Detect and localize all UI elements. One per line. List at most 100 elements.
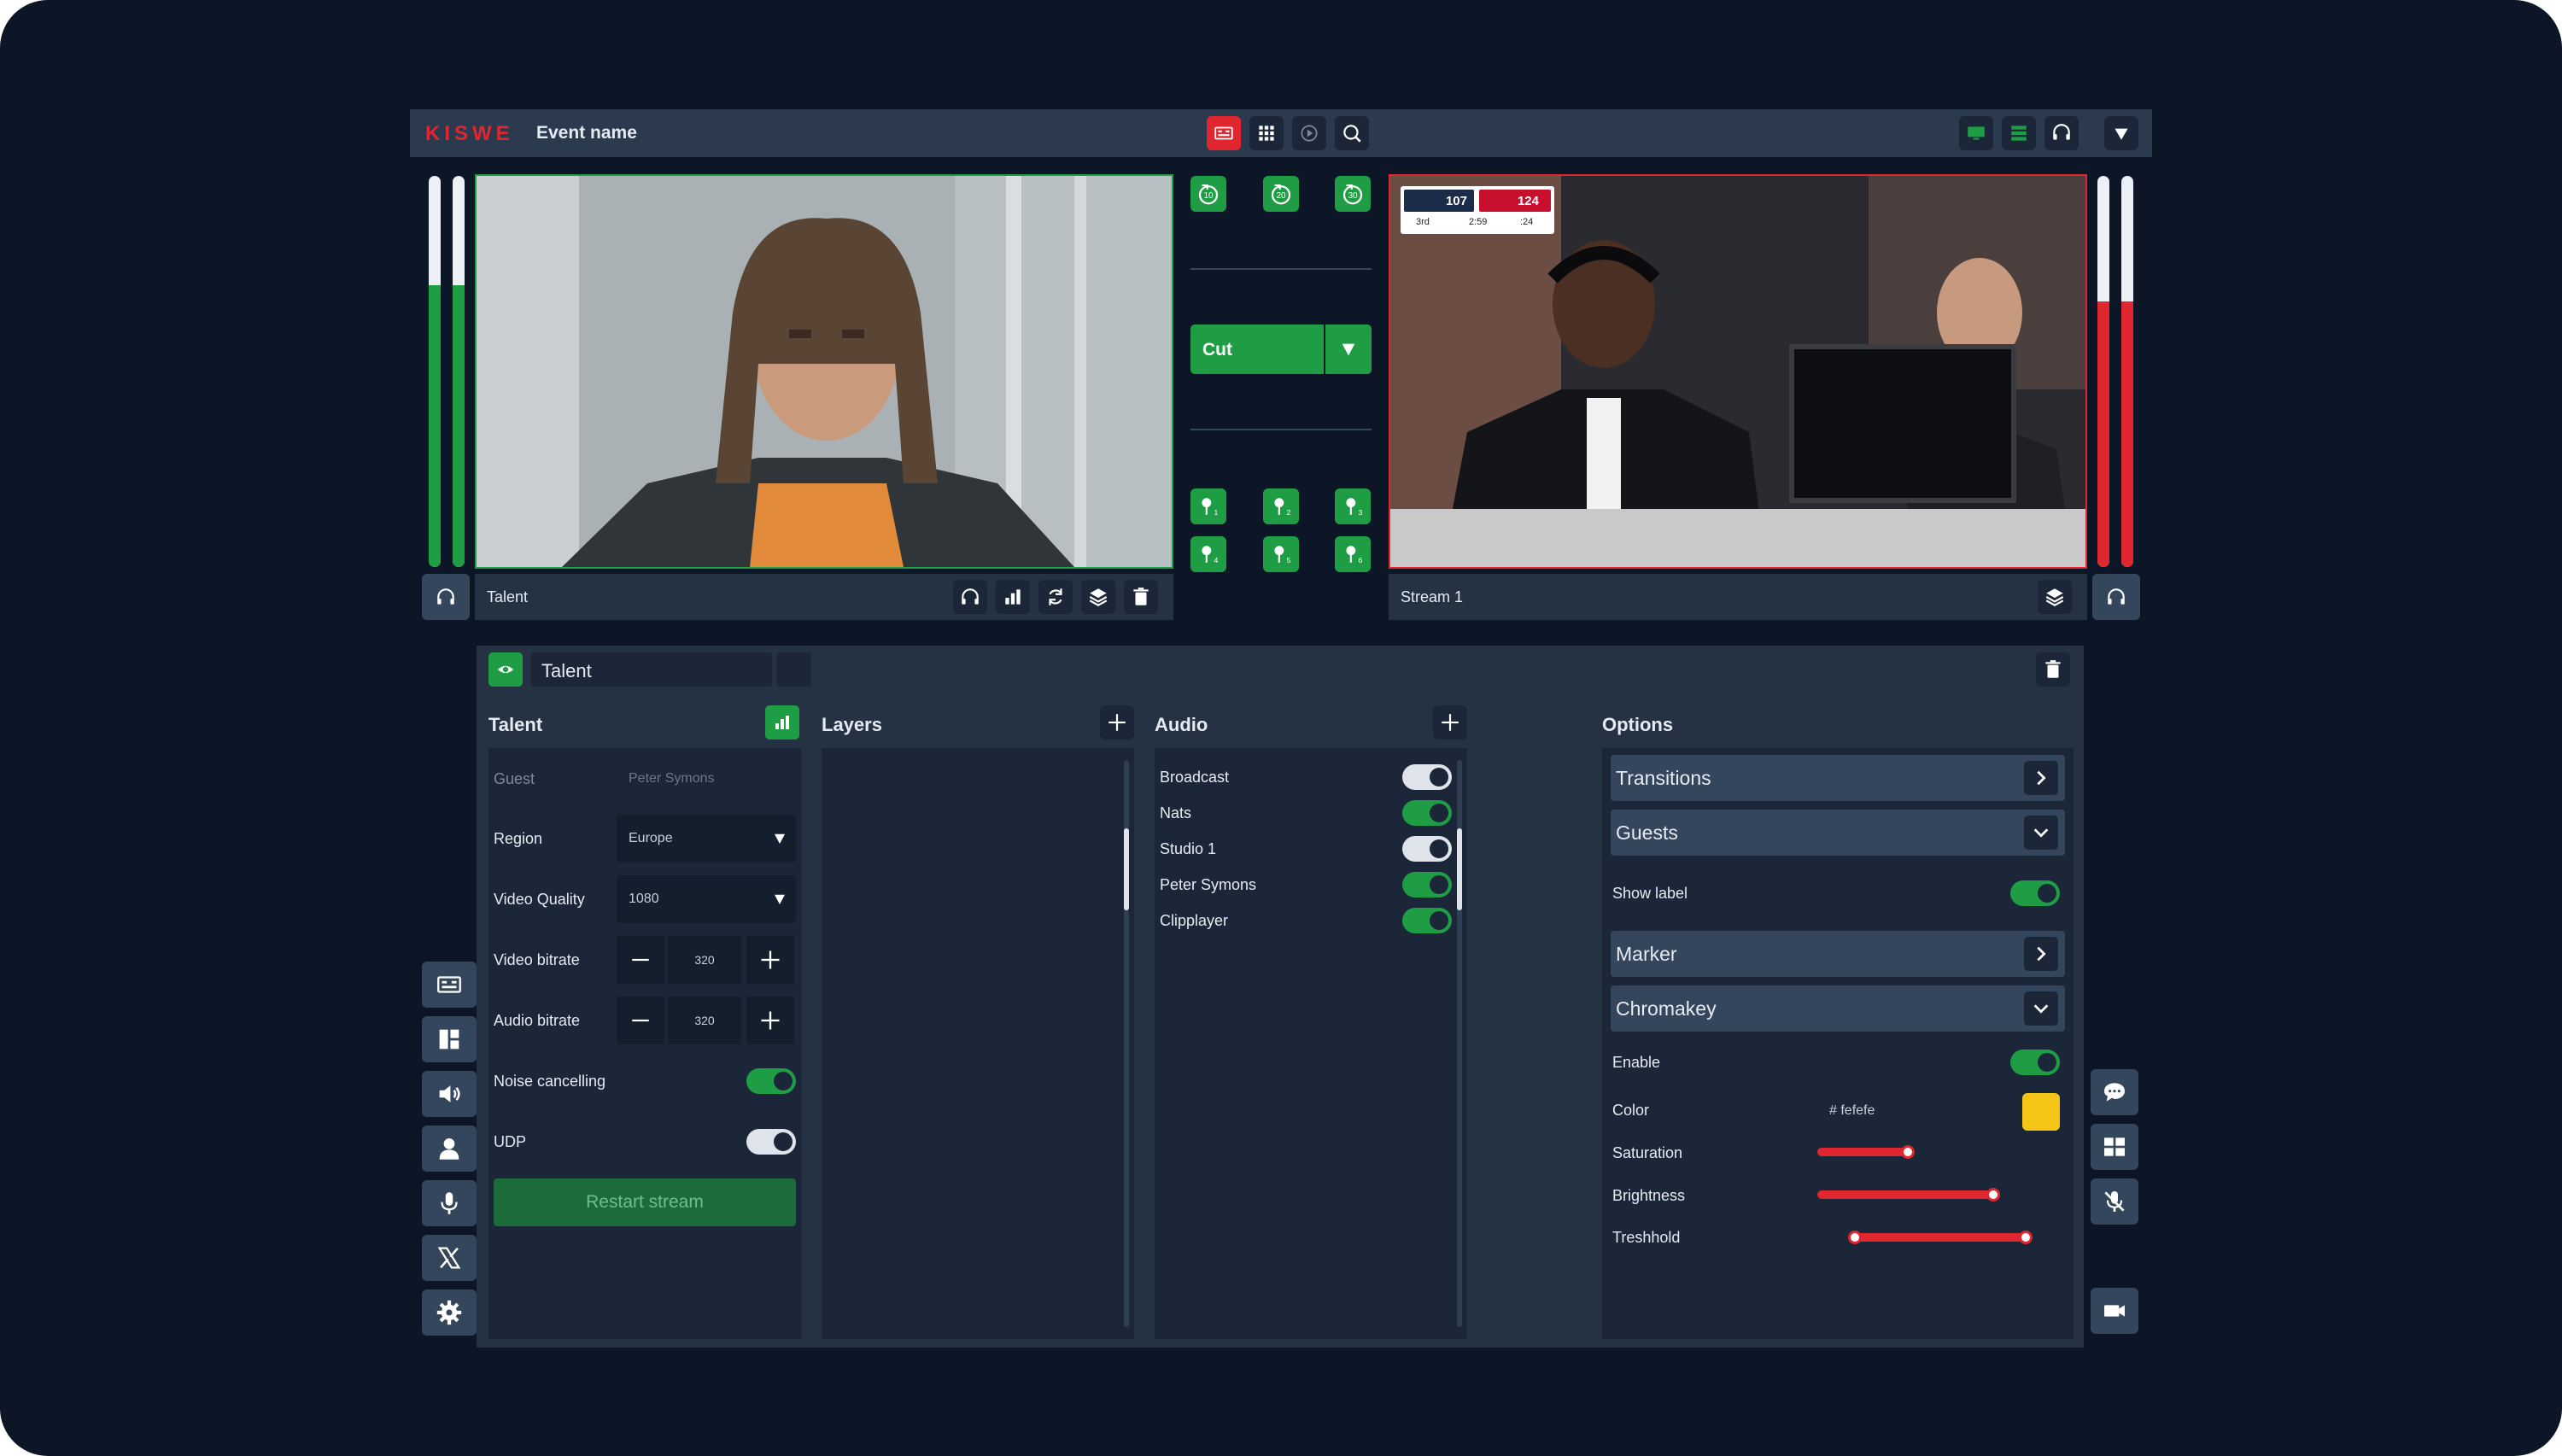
menu-dropdown-button[interactable]	[2104, 116, 2138, 150]
left-headphones-button[interactable]	[953, 580, 987, 614]
video-bitrate-increase-button[interactable]	[746, 936, 794, 984]
rundown-button[interactable]	[2002, 116, 2036, 150]
source-name-field[interactable]: Talent	[531, 652, 772, 687]
chat-button[interactable]	[2091, 1069, 2138, 1115]
layers-scrollbar[interactable]	[1124, 760, 1129, 1327]
rewind-30-button[interactable]: 30	[1335, 176, 1371, 212]
rewind-icon: 20	[1271, 184, 1291, 205]
expand-button[interactable]	[2024, 937, 2058, 971]
saturation-handle[interactable]	[1901, 1145, 1915, 1159]
sidebar-talent-button[interactable]	[422, 1126, 477, 1172]
audio-bitrate-increase-button[interactable]	[746, 997, 794, 1044]
left-source-label: Talent	[487, 588, 529, 605]
show-label-toggle[interactable]	[2010, 880, 2060, 906]
sidebar-audio-button[interactable]	[422, 1071, 477, 1117]
marker-label: Marker	[1616, 943, 1677, 965]
threshold-min-handle[interactable]	[1848, 1231, 1862, 1244]
rewind-20-button[interactable]: 20	[1263, 176, 1299, 212]
left-layers-button[interactable]	[1081, 580, 1115, 614]
video-bitrate-decrease-button[interactable]	[617, 936, 664, 984]
sidebar-layout-button[interactable]	[422, 1016, 477, 1062]
monitor-button[interactable]	[1959, 116, 1993, 150]
left-delete-button[interactable]	[1124, 580, 1158, 614]
audio-channel-label: Peter Symons	[1160, 876, 1257, 893]
guest-field[interactable]: Peter Symons	[617, 755, 796, 803]
sidebar-x-button[interactable]	[422, 1235, 477, 1281]
app-frame: KISWE Event name Talent 10 20 30 Cut 1 2…	[0, 0, 2562, 1456]
udp-toggle[interactable]	[746, 1129, 796, 1155]
scorebug: 107 124 3rd 2:59 :24	[1401, 186, 1554, 234]
chromakey-color-value[interactable]: # fefefe	[1829, 1103, 1875, 1119]
brightness-label: Brightness	[1612, 1187, 1686, 1204]
visibility-toggle-button[interactable]	[488, 652, 523, 687]
scoreboard-toggle-button[interactable]	[1207, 116, 1241, 150]
brightness-handle[interactable]	[1986, 1188, 2000, 1202]
marker-5-button[interactable]: 5	[1263, 536, 1299, 572]
left-refresh-button[interactable]	[1038, 580, 1073, 614]
talent-video-preview[interactable]	[475, 174, 1173, 569]
chromakey-label: Chromakey	[1616, 997, 1717, 1020]
cut-button[interactable]: Cut	[1190, 325, 1324, 374]
audio-channel-toggle[interactable]	[1402, 764, 1452, 790]
marker-1-button[interactable]: 1	[1190, 488, 1226, 524]
rewind-10-button[interactable]: 10	[1190, 176, 1226, 212]
saturation-slider[interactable]	[1817, 1148, 1910, 1156]
audio-scrollbar[interactable]	[1457, 760, 1462, 1327]
marker-label: 2	[1287, 508, 1291, 517]
search-button[interactable]	[1335, 116, 1369, 150]
noise-cancelling-toggle[interactable]	[746, 1068, 796, 1094]
marker-6-button[interactable]: 6	[1335, 536, 1371, 572]
marker-4-button[interactable]: 4	[1190, 536, 1226, 572]
grid-view-button[interactable]	[1249, 116, 1284, 150]
audio-channel-toggle[interactable]	[1402, 908, 1452, 933]
chevron-down-icon	[2033, 828, 2049, 838]
brightness-slider[interactable]	[1817, 1190, 1995, 1199]
audio-channel-toggle[interactable]	[1402, 872, 1452, 898]
left-stats-button[interactable]	[996, 580, 1030, 614]
mute-mic-button[interactable]	[2091, 1178, 2138, 1225]
replay-button[interactable]	[1292, 116, 1326, 150]
audio-channel-toggle[interactable]	[1402, 836, 1452, 862]
threshold-max-handle[interactable]	[2019, 1231, 2033, 1244]
transitions-accordion[interactable]: Transitions	[1611, 755, 2065, 801]
audio-bitrate-decrease-button[interactable]	[617, 997, 664, 1044]
multiview-button[interactable]	[2091, 1124, 2138, 1170]
scrollbar-thumb[interactable]	[1457, 828, 1462, 910]
marker-3-button[interactable]: 3	[1335, 488, 1371, 524]
restart-stream-button[interactable]: Restart stream	[494, 1178, 796, 1226]
sidebar-settings-button[interactable]	[422, 1289, 477, 1336]
audio-bitrate-value[interactable]: 320	[668, 997, 741, 1044]
sidebar-microphone-button[interactable]	[422, 1180, 477, 1226]
audio-channel-toggle[interactable]	[1402, 800, 1452, 826]
delete-source-button[interactable]	[2036, 652, 2070, 687]
region-select[interactable]: Europe	[617, 815, 796, 862]
pin-icon: 1	[1202, 498, 1219, 517]
sidebar-scoreboard-button[interactable]	[422, 962, 477, 1008]
headset-button[interactable]	[2044, 116, 2079, 150]
video-quality-select[interactable]: 1080	[617, 875, 796, 923]
video-camera-icon	[2104, 1305, 2125, 1317]
right-listen-button[interactable]	[2092, 574, 2140, 620]
collapse-button[interactable]	[2024, 816, 2058, 850]
expand-button[interactable]	[2024, 761, 2058, 795]
add-audio-button[interactable]	[1433, 705, 1467, 740]
marker-2-button[interactable]: 2	[1263, 488, 1299, 524]
program-video-output[interactable]: 107 124 3rd 2:59 :24	[1389, 174, 2087, 569]
transition-dropdown-button[interactable]	[1325, 325, 1372, 374]
right-layers-button[interactable]	[2038, 580, 2072, 614]
threshold-slider[interactable]	[1855, 1233, 2026, 1242]
left-listen-button[interactable]	[422, 574, 470, 620]
scrollbar-thumb[interactable]	[1124, 828, 1129, 910]
add-layer-button[interactable]	[1100, 705, 1134, 740]
collapse-button[interactable]	[2024, 991, 2058, 1026]
saturation-label: Saturation	[1612, 1144, 1683, 1161]
chromakey-accordion[interactable]: Chromakey	[1611, 985, 2065, 1032]
color-tag-button[interactable]	[777, 652, 811, 687]
video-bitrate-value[interactable]: 320	[668, 936, 741, 984]
chromakey-color-swatch[interactable]	[2022, 1093, 2060, 1131]
camera-button[interactable]	[2091, 1288, 2138, 1334]
chromakey-enable-toggle[interactable]	[2010, 1050, 2060, 1075]
marker-accordion[interactable]: Marker	[1611, 931, 2065, 977]
guests-accordion[interactable]: Guests	[1611, 810, 2065, 856]
talent-stats-button[interactable]	[765, 705, 799, 740]
